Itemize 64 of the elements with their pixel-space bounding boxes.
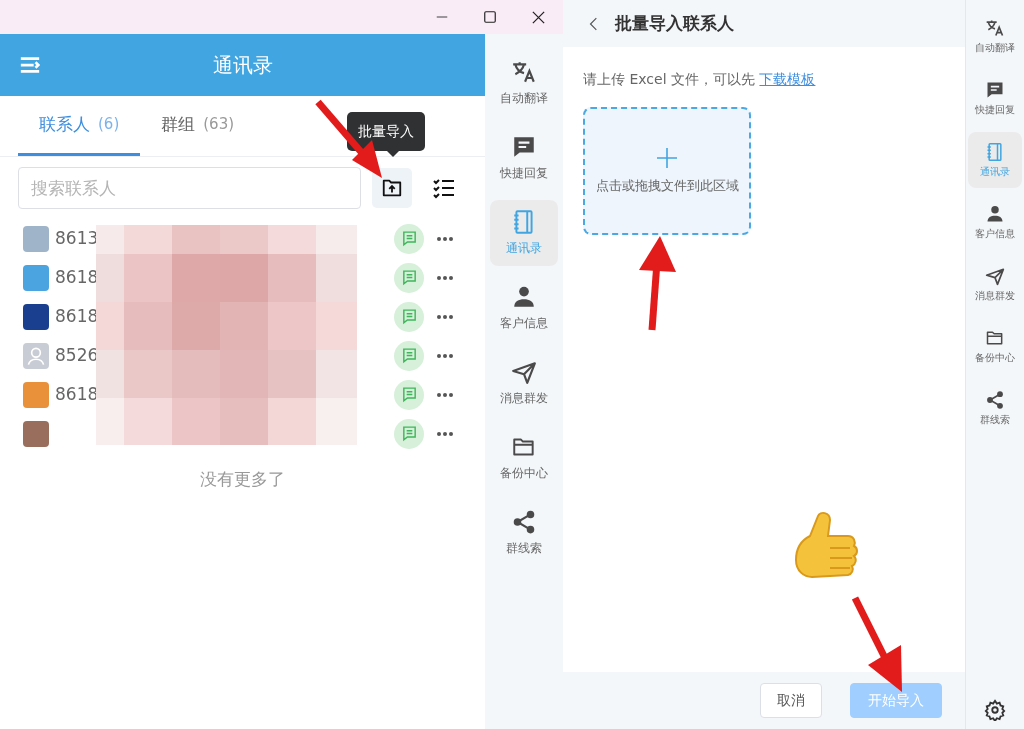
sidebar-item[interactable]: 快捷回复 <box>490 125 558 191</box>
avatar-photo-placeholder <box>23 381 49 408</box>
contact-name: 8526 <box>55 343 99 367</box>
paper-plane-icon <box>985 265 1005 286</box>
chat-icon <box>400 308 418 325</box>
header-title: 通讯录 <box>211 52 274 79</box>
sidebar-item[interactable]: 备份中心 <box>490 425 558 491</box>
contact-name: 8613 <box>55 226 99 250</box>
paper-plane-icon <box>511 359 537 385</box>
avatar-photo-placeholder <box>23 264 49 291</box>
sidebar-item[interactable]: 备份中心 <box>968 318 1022 374</box>
share-icon <box>985 389 1005 410</box>
settings-icon <box>984 699 1006 721</box>
more-icon[interactable] <box>436 313 454 320</box>
contact-name: 8618 <box>55 304 99 328</box>
translate-icon <box>511 59 537 85</box>
share-icon <box>511 509 537 535</box>
upload-instruction: 请上传 Excel 文件，可以先 下载模板 <box>583 70 817 89</box>
chat-bubble-icon <box>511 134 537 160</box>
avatar-photo-placeholder <box>23 225 49 252</box>
close-icon[interactable] <box>531 9 546 25</box>
sidebar-item[interactable]: 客户信息 <box>968 194 1022 250</box>
panel-title: 批量导入联系人 <box>615 11 734 35</box>
sidebar-item[interactable]: 消息群发 <box>968 256 1022 312</box>
search-field[interactable]: 搜索联系人 <box>18 167 361 209</box>
chat-icon <box>400 425 418 442</box>
checklist-icon <box>432 176 456 200</box>
chat-icon <box>400 269 418 286</box>
menu-icon[interactable] <box>19 54 41 76</box>
tab[interactable]: 群组 (63) <box>140 96 256 156</box>
sidebar-item[interactable]: 自动翻译 <box>490 50 558 116</box>
more-icon[interactable] <box>436 391 454 398</box>
avatar-photo-placeholder <box>23 420 49 447</box>
list-end-text: 没有更多了 <box>199 468 286 491</box>
more-icon[interactable] <box>436 352 454 359</box>
chat-icon <box>400 347 418 364</box>
settings-button[interactable] <box>984 699 1006 721</box>
sidebar-item[interactable]: 消息群发 <box>490 350 558 416</box>
person-icon <box>511 284 537 310</box>
chat-icon <box>400 386 418 403</box>
maximize-icon[interactable] <box>483 10 497 24</box>
sidebar-item[interactable]: 自动翻译 <box>968 8 1022 64</box>
default-avatar <box>23 342 49 369</box>
import-button[interactable] <box>372 168 412 208</box>
sidebar-item[interactable]: 群线索 <box>490 500 558 566</box>
more-icon[interactable] <box>436 235 454 242</box>
person-icon <box>985 203 1005 224</box>
contact-name: 8618 <box>55 265 99 289</box>
file-drop-zone[interactable]: 点击或拖拽文件到此区域 <box>583 107 751 235</box>
thumbs-up-drawing <box>795 511 858 578</box>
sidebar-item[interactable]: 快捷回复 <box>968 70 1022 126</box>
contact-name: 8618 <box>55 382 99 406</box>
avatar-photo-placeholder <box>23 303 49 330</box>
notebook-icon <box>985 141 1005 162</box>
more-icon[interactable] <box>436 274 454 281</box>
folder-upload-icon <box>381 177 403 199</box>
sidebar-item[interactable]: 群线索 <box>968 380 1022 436</box>
sidebar-item[interactable]: 客户信息 <box>490 275 558 341</box>
chat-icon <box>400 230 418 247</box>
tab[interactable]: 联系人 (6) <box>18 96 141 156</box>
cancel-button[interactable]: 取消 <box>760 683 822 718</box>
plus-icon <box>655 146 679 171</box>
more-icon[interactable] <box>436 430 454 437</box>
download-template-link[interactable]: 下载模板 <box>759 71 816 87</box>
